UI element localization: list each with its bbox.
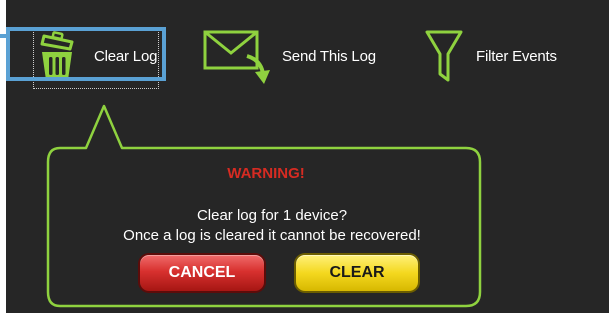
highlight-box <box>6 27 166 81</box>
filter-events-label: Filter Events <box>476 47 557 65</box>
send-log-button[interactable]: Send This Log <box>203 22 403 90</box>
warning-message-line-1: Clear log for 1 device? <box>196 207 348 224</box>
funnel-icon <box>424 28 464 84</box>
warning-popup <box>46 104 482 308</box>
cancel-button[interactable]: CANCEL <box>140 255 264 291</box>
filter-events-button[interactable]: Filter Events <box>424 22 594 90</box>
clear-button[interactable]: CLEAR <box>296 255 418 291</box>
warning-title: WARNING! <box>227 165 305 182</box>
envelope-icon <box>203 26 273 86</box>
send-log-label: Send This Log <box>282 47 376 65</box>
warning-message-line-2: Once a log is cleared it cannot be recov… <box>123 227 421 244</box>
